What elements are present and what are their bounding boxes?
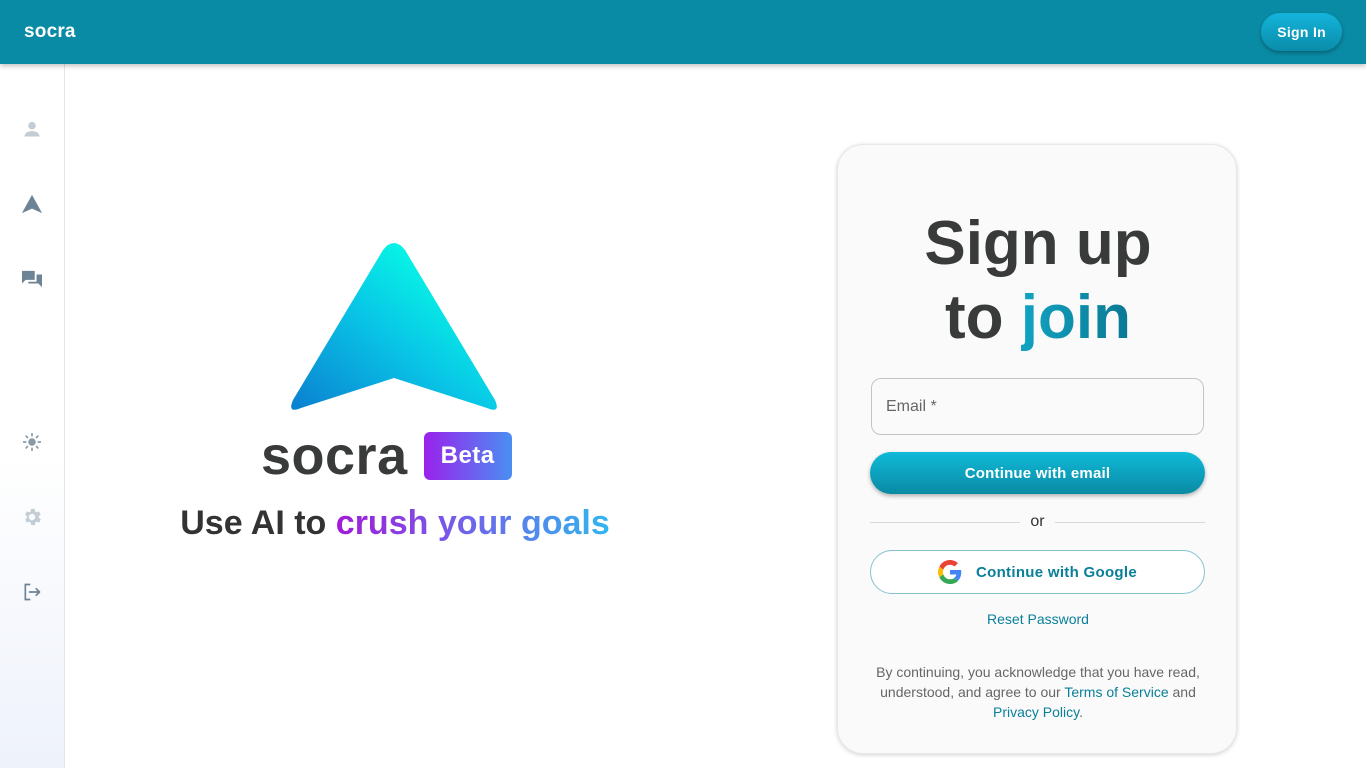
sign-in-button[interactable]: Sign In: [1261, 13, 1342, 51]
google-logo-icon: [938, 560, 962, 584]
signup-title-line1: Sign up: [924, 209, 1152, 278]
email-input[interactable]: [871, 378, 1204, 435]
theme-toggle-item[interactable]: [21, 431, 43, 453]
logo-wordmark: socra: [261, 426, 408, 486]
continue-with-email-button[interactable]: Continue with email: [870, 452, 1205, 494]
privacy-policy-link[interactable]: Privacy Policy: [993, 704, 1079, 720]
chat-bubbles-icon: [22, 270, 42, 288]
legal-notice: By continuing, you acknowledge that you …: [868, 662, 1208, 722]
or-divider: or: [870, 512, 1206, 532]
google-button-label: Continue with Google: [976, 563, 1137, 581]
logout-nav-item[interactable]: [21, 581, 43, 603]
legal-suffix: .: [1079, 704, 1083, 720]
tagline-highlight: crush your goals: [335, 504, 610, 542]
navigation-arrow-icon: [21, 194, 43, 214]
logo-wordmark-row: socra Beta: [261, 426, 512, 486]
signup-card: Sign up to join Continue with email or C…: [837, 144, 1237, 754]
signup-title-to: to: [945, 283, 1021, 352]
gear-icon: [25, 508, 41, 526]
signup-title: Sign up to join: [838, 207, 1238, 355]
continue-with-google-button[interactable]: Continue with Google: [870, 550, 1205, 594]
tagline-plain: Use AI to: [180, 504, 336, 542]
sidebar: [0, 64, 65, 768]
logout-icon: [24, 583, 41, 601]
person-icon: [24, 121, 40, 137]
top-app-bar: socra Sign In: [0, 0, 1366, 64]
goals-nav-item[interactable]: [21, 193, 43, 215]
signup-title-join: join: [1020, 283, 1131, 352]
hero-section: socra Beta Use AI to crush your goals: [65, 64, 725, 768]
reset-password-link[interactable]: Reset Password: [838, 611, 1238, 627]
tagline: Use AI to crush your goals: [65, 504, 725, 543]
profile-nav-item[interactable]: [21, 118, 43, 140]
brand-name[interactable]: socra: [24, 21, 76, 43]
beta-badge: Beta: [423, 432, 512, 480]
terms-of-service-link[interactable]: Terms of Service: [1064, 684, 1168, 700]
settings-nav-item[interactable]: [21, 506, 43, 528]
legal-and: and: [1168, 684, 1196, 700]
divider-line-left: [870, 521, 1021, 523]
sun-icon: [22, 432, 42, 452]
or-label: or: [1030, 513, 1045, 530]
divider-line-right: [1054, 521, 1206, 523]
socra-logo-icon: [291, 243, 497, 410]
chat-nav-item[interactable]: [21, 268, 43, 290]
